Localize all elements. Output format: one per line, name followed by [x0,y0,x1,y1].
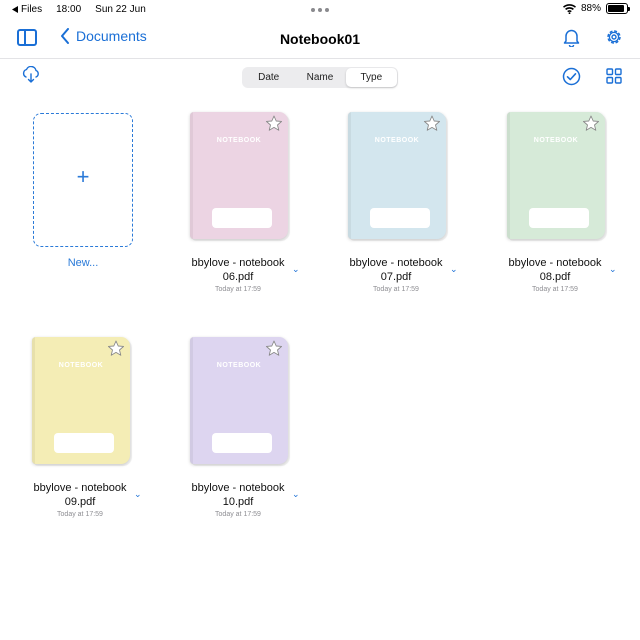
file-name-line2: 07.pdf [380,271,412,283]
cover-spine [348,112,351,239]
status-left: Files 18:00 Sun 22 Jun [12,4,146,15]
bell-icon[interactable] [563,28,580,47]
chevron-down-icon[interactable]: ⌄ [292,489,300,500]
file-name-line1: bbylove - notebook [508,257,602,269]
file-name-line2: 06.pdf [222,271,254,283]
file-date: Today at 17:59 [57,511,103,518]
file-thumbnail[interactable]: NOTEBOOK [190,112,288,239]
cover-label [212,208,272,228]
battery-percent: 88% [580,3,601,14]
file-date: Today at 17:59 [373,286,419,293]
file-name-line1: bbylove - notebook [191,482,285,494]
nav-divider [0,58,640,59]
chevron-down-icon[interactable]: ⌄ [450,264,458,275]
file-date: Today at 17:59 [532,286,578,293]
plus-icon: + [76,164,90,189]
chevron-down-icon[interactable]: ⌄ [292,264,300,275]
status-bar: Files 18:00 Sun 22 Jun 88% [0,0,640,20]
file-thumbnail[interactable]: NOTEBOOK [190,337,288,464]
sort-segmented-control[interactable]: Date Name Type [242,67,398,88]
chevron-down-icon[interactable]: ⌄ [609,264,617,275]
cover-title: NOTEBOOK [216,362,262,369]
navigation-bar: Documents Notebook01 [0,20,640,58]
star-icon [265,340,283,356]
file-name-line2: 08.pdf [539,271,571,283]
gear-icon[interactable] [605,28,623,46]
wifi-icon [562,3,576,14]
file-name[interactable]: bbylove - notebook 10.pdf [178,481,298,509]
file-name[interactable]: bbylove - notebook 09.pdf [20,481,140,509]
cloud-sync-icon[interactable] [21,66,41,83]
status-date: Sun 22 Jun [95,4,146,15]
file-name-line1: bbylove - notebook [349,257,443,269]
file-thumbnail[interactable]: NOTEBOOK [348,112,446,239]
file-name[interactable]: bbylove - notebook 06.pdf [178,256,298,284]
cover-title: NOTEBOOK [533,137,579,144]
status-right: 88% [562,3,630,14]
cover-label [212,433,272,453]
file-name-line2: 09.pdf [64,496,96,508]
cover-label [529,208,589,228]
new-document-button[interactable]: + [33,113,133,247]
status-time: 18:00 [56,4,82,15]
cover-spine [507,112,510,239]
cover-spine [190,112,193,239]
file-date: Today at 17:59 [215,511,261,518]
grid-view-icon[interactable] [606,68,622,84]
file-date: Today at 17:59 [215,286,261,293]
cover-label [370,208,430,228]
cover-spine [32,337,35,464]
back-to-app[interactable]: Files [12,4,42,15]
back-triangle-icon [12,6,18,13]
sort-option-type[interactable]: Type [345,68,397,87]
file-name-line2: 10.pdf [222,496,254,508]
cover-label [54,433,114,453]
star-icon [582,115,600,131]
cover-title: NOTEBOOK [374,137,420,144]
battery-fill [608,5,624,12]
star-icon [423,115,441,131]
star-icon [265,115,283,131]
file-thumbnail[interactable]: NOTEBOOK [32,337,130,464]
file-name[interactable]: bbylove - notebook 07.pdf [336,256,456,284]
file-name[interactable]: bbylove - notebook 08.pdf [495,256,615,284]
file-thumbnail[interactable]: NOTEBOOK [507,112,605,239]
cover-spine [190,337,193,464]
multitasking-dots-icon[interactable] [311,8,329,12]
sort-option-name[interactable]: Name [294,68,345,87]
select-checkmark-icon[interactable] [562,67,581,86]
new-document-label[interactable]: New... [33,257,133,269]
chevron-down-icon[interactable]: ⌄ [134,489,142,500]
page-title: Notebook01 [279,31,361,47]
star-icon [107,340,125,356]
cover-title: NOTEBOOK [216,137,262,144]
file-name-line1: bbylove - notebook [191,257,285,269]
battery-icon [606,3,630,14]
back-app-label: Files [21,4,43,15]
file-name-line1: bbylove - notebook [33,482,127,494]
sort-option-date[interactable]: Date [243,68,294,87]
cover-title: NOTEBOOK [58,362,104,369]
